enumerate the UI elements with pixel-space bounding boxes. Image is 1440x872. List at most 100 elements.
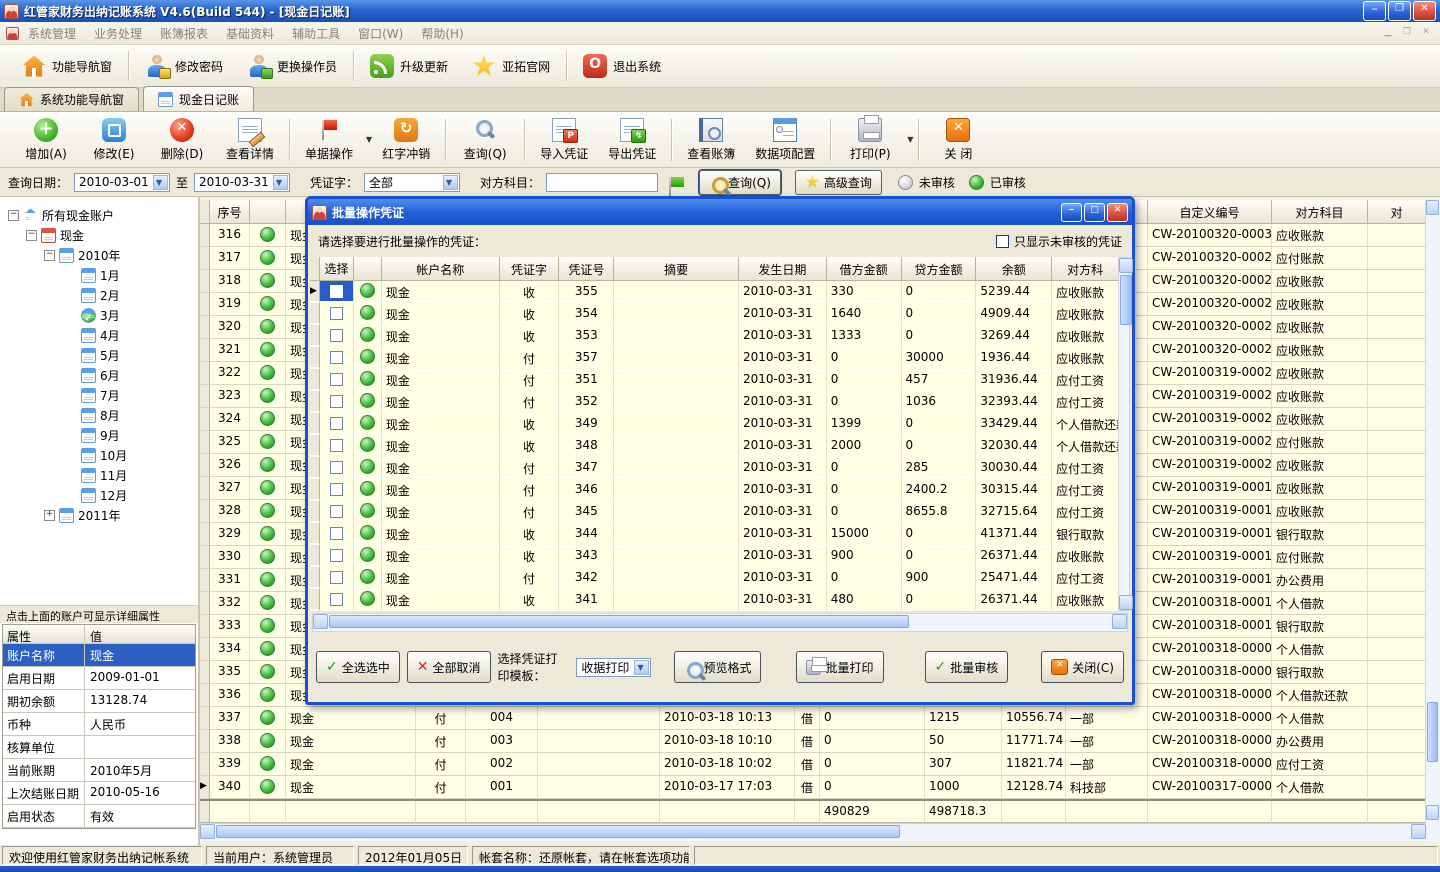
grid-header-cell[interactable]	[250, 200, 286, 224]
query-button[interactable]: 查询(Q)	[451, 116, 519, 164]
property-row[interactable]: 核算单位	[3, 736, 195, 759]
tab-cash-journal[interactable]: 现金日记账	[143, 86, 254, 111]
tree-item[interactable]: 3月	[0, 305, 198, 325]
chevron-down-icon[interactable]	[634, 660, 649, 675]
tree-item[interactable]: 5月	[0, 345, 198, 365]
dialog-header-cell[interactable]: 对方科	[1052, 257, 1118, 281]
tree-item[interactable]: 11月	[0, 465, 198, 485]
select-all-button[interactable]: ✓ 全选选中	[316, 651, 400, 683]
dialog-row[interactable]: 现金 付 352 2010-03-31 0 1036 32393.44 应付工资	[310, 391, 1118, 413]
tree-expander-icon[interactable]	[66, 350, 77, 361]
mdi-close-icon[interactable]: ✕	[1418, 26, 1434, 40]
tab-nav-window[interactable]: 系统功能导航窗	[4, 87, 139, 111]
scroll-down-icon[interactable]	[1119, 595, 1133, 610]
dialog-row[interactable]: 现金 收 344 2010-03-31 15000 0 41371.44 银行取…	[310, 523, 1118, 545]
data-config-button[interactable]: 数据项配置	[745, 116, 825, 164]
horizontal-scroll-thumb[interactable]	[216, 825, 900, 838]
tree-expander-icon[interactable]	[66, 430, 77, 441]
batch-print-button[interactable]: 批量打印	[796, 651, 883, 683]
tree-expander-icon[interactable]	[66, 390, 77, 401]
dialog-header-cell[interactable]: 借方金额	[827, 257, 902, 281]
tree-expander-icon[interactable]	[44, 250, 55, 261]
tree-expander-icon[interactable]	[26, 230, 37, 241]
tree-item[interactable]: 7月	[0, 385, 198, 405]
print-button[interactable]: 打印(P)	[836, 116, 904, 164]
mdi-restore-icon[interactable]: ❐	[1399, 26, 1415, 40]
dialog-close-action-button[interactable]: 关闭(C)	[1041, 651, 1124, 683]
row-checkbox[interactable]	[330, 285, 343, 298]
only-unaudited-checkbox[interactable]	[996, 235, 1009, 248]
tree-item[interactable]: 8月	[0, 405, 198, 425]
view-ledger-button[interactable]: 查看账簿	[677, 116, 745, 164]
tree-expander-icon[interactable]	[8, 210, 19, 221]
grid-row[interactable]: 339 现金 付 002 2010-03-18 10:02 借 0 307 11…	[200, 753, 1426, 776]
dialog-header-cell[interactable]: 帐户名称	[382, 257, 500, 281]
dialog-row[interactable]: 现金 收 354 2010-03-31 1640 0 4909.44 应收账款	[310, 303, 1118, 325]
voucher-type-combo[interactable]: 全部	[364, 173, 460, 192]
row-checkbox[interactable]	[330, 351, 343, 364]
tree-item[interactable]: 2月	[0, 285, 198, 305]
dropdown-caret-icon[interactable]: ▼	[907, 135, 913, 144]
row-checkbox[interactable]	[330, 417, 343, 430]
dialog-header-cell[interactable]: 贷方金额	[902, 257, 977, 281]
dialog-header-cell[interactable]: 凭证字	[500, 257, 560, 281]
property-row[interactable]: 账户名称 现金	[3, 644, 195, 667]
horizontal-scrollbar[interactable]	[200, 823, 1426, 841]
tree-item[interactable]: 1月	[0, 265, 198, 285]
grid-header-cell[interactable]: 对方科目	[1272, 200, 1368, 224]
dialog-vertical-scrollbar[interactable]	[1118, 257, 1130, 611]
change-password-button[interactable]: 修改密码	[133, 50, 235, 82]
date-to-combo[interactable]: 2010-03-31	[194, 173, 290, 192]
green-flag-icon[interactable]	[664, 175, 679, 190]
grid-row[interactable]: 337 现金 付 004 2010-03-18 10:13 借 0 1215 1…	[200, 707, 1426, 730]
export-voucher-button[interactable]: ↯ 导出凭证	[598, 116, 666, 164]
grid-row[interactable]: 340 现金 付 001 2010-03-17 17:03 借 0 1000 1…	[200, 776, 1426, 799]
menu-help[interactable]: 帮助(H)	[421, 25, 463, 42]
row-checkbox[interactable]	[330, 527, 343, 540]
preview-format-button[interactable]: 预览格式	[674, 651, 761, 683]
scroll-down-icon[interactable]	[1426, 805, 1439, 820]
row-checkbox[interactable]	[330, 593, 343, 606]
scroll-up-icon[interactable]	[1426, 200, 1439, 215]
horizontal-scroll-thumb[interactable]	[329, 615, 909, 628]
chevron-down-icon[interactable]	[153, 175, 168, 190]
property-row[interactable]: 期初余额 13128.74	[3, 690, 195, 713]
chevron-down-icon[interactable]	[273, 175, 288, 190]
row-checkbox[interactable]	[330, 439, 343, 452]
tree-expander-icon[interactable]	[66, 410, 77, 421]
scroll-up-icon[interactable]	[1119, 258, 1133, 273]
row-checkbox[interactable]	[330, 505, 343, 518]
nav-window-button[interactable]: 功能导航窗	[10, 50, 124, 82]
tree-item[interactable]: 4月	[0, 325, 198, 345]
tree-item[interactable]: 6月	[0, 365, 198, 385]
dialog-close-button[interactable]	[1107, 203, 1128, 222]
website-button[interactable]: 亚拓官网	[460, 50, 562, 82]
tree-expander-icon[interactable]	[66, 290, 77, 301]
tree-item[interactable]: 2011年	[0, 505, 198, 525]
property-row[interactable]: 启用日期 2009-01-01	[3, 667, 195, 690]
dialog-header-cell[interactable]	[354, 257, 382, 281]
dialog-header-cell[interactable]: 选择	[320, 257, 354, 281]
scroll-left-icon[interactable]	[200, 824, 215, 839]
tree-expander-icon[interactable]	[66, 330, 77, 341]
dialog-row[interactable]: 现金 收 341 2010-03-31 480 0 26371.44 应收账款	[310, 589, 1118, 611]
dialog-row[interactable]: 现金 付 342 2010-03-31 0 900 25471.44 应付工资	[310, 567, 1118, 589]
dialog-row[interactable]: 现金 付 347 2010-03-31 0 285 30030.44 应付工资	[310, 457, 1118, 479]
tree-item[interactable]: 2010年	[0, 245, 198, 265]
query-submit-button[interactable]: 查询(Q)	[699, 170, 781, 195]
dialog-row[interactable]: 现金 收 348 2010-03-31 2000 0 32030.44 个人借款…	[310, 435, 1118, 457]
batch-audit-button[interactable]: ✓ 批量审核	[925, 651, 1009, 683]
grid-row[interactable]: 338 现金 付 003 2010-03-18 10:10 借 0 50 117…	[200, 730, 1426, 753]
change-operator-button[interactable]: 更换操作员	[235, 50, 349, 82]
dialog-row[interactable]: 现金 收 353 2010-03-31 1333 0 3269.44 应收账款	[310, 325, 1118, 347]
row-checkbox[interactable]	[330, 483, 343, 496]
property-row[interactable]: 当前账期 2010年5月	[3, 759, 195, 782]
exit-button[interactable]: 退出系统	[571, 50, 673, 82]
grid-header-cell[interactable]	[200, 200, 210, 224]
grid-header-cell[interactable]: 自定义编号	[1148, 200, 1272, 224]
menu-basedata[interactable]: 基础资料	[226, 25, 274, 42]
red-flush-button[interactable]: 红字冲销	[372, 116, 440, 164]
view-detail-button[interactable]: 查看详情	[216, 116, 284, 164]
tree-expander-icon[interactable]	[66, 310, 77, 321]
tree-item[interactable]: 12月	[0, 485, 198, 505]
